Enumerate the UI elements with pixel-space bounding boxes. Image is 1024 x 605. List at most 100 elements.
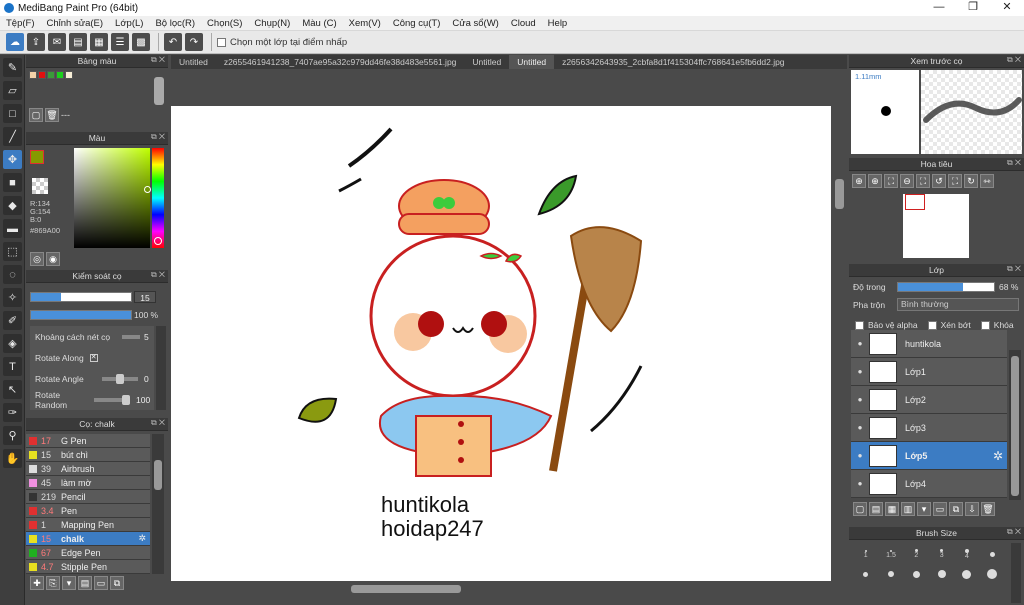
brush-item[interactable]: 15 bút chì [26, 448, 150, 462]
panel-popout-icon[interactable]: ⧉ ✕ [1007, 55, 1021, 65]
canvas-vertical-scrollbar[interactable] [833, 69, 846, 581]
layer-item[interactable]: ● Lớp3 [851, 414, 1007, 442]
rotate-right-icon[interactable]: ↻ [964, 174, 978, 188]
upload-icon[interactable]: ⇪ [27, 33, 45, 51]
layer-visibility-icon[interactable]: ● [851, 479, 869, 488]
panel-popout-icon[interactable]: ⧉ ✕ [151, 418, 165, 428]
eraser-tool-icon[interactable]: ▱ [3, 81, 22, 100]
saturation-picker[interactable] [74, 148, 150, 248]
layer-menu-icon[interactable]: ▾ [917, 502, 931, 516]
panel-popout-icon[interactable]: ⧉ ✕ [1007, 527, 1021, 537]
brush-item[interactable]: 219 Pencil [26, 490, 150, 504]
menu-filter[interactable]: Bộ lọc(R) [149, 18, 201, 29]
close-button[interactable]: ✕ [990, 0, 1024, 14]
palette-swatch[interactable] [47, 71, 55, 79]
zoom-in-icon[interactable]: ⊕ [868, 174, 882, 188]
layer-list-scrollbar[interactable] [1009, 350, 1021, 500]
brush-item[interactable]: 17 G Pen [26, 434, 150, 448]
new-palette-icon[interactable]: ▢ [29, 108, 43, 122]
list-icon[interactable]: ☰ [111, 33, 129, 51]
clip-checkbox[interactable] [927, 320, 937, 330]
text-tool-icon[interactable]: T [3, 357, 22, 376]
brush-size-option[interactable]: 1 [853, 544, 878, 564]
brush-item[interactable]: 4.7 Stipple Pen [26, 560, 150, 574]
brush-size-option[interactable]: 2 [904, 544, 929, 564]
lasso-icon[interactable]: ◌ [3, 265, 22, 284]
brush-size-value[interactable]: 15 [134, 291, 156, 303]
brush-opacity-slider[interactable] [30, 310, 132, 320]
protect-alpha-checkbox[interactable] [855, 320, 864, 330]
layer-item[interactable]: ● Lớp4 [851, 470, 1007, 498]
layer-visibility-icon[interactable]: ● [851, 395, 869, 404]
palette-swatch[interactable] [38, 71, 46, 79]
layer-opacity-slider[interactable] [897, 282, 995, 292]
operation-icon[interactable]: ↖ [3, 380, 22, 399]
message-icon[interactable]: ▤ [69, 33, 87, 51]
menu-tools[interactable]: Công cụ(T) [387, 18, 447, 29]
brush-size-option[interactable] [853, 564, 878, 584]
grid-icon[interactable]: ▩ [132, 33, 150, 51]
palette-icon[interactable]: ◎ [30, 252, 44, 266]
comment-icon[interactable]: ✉ [48, 33, 66, 51]
brush-size-option[interactable]: 4 [954, 544, 979, 564]
gradient-icon[interactable]: ▬ [3, 219, 22, 238]
canvas-area[interactable]: huntikola hoidap247 [171, 69, 831, 581]
checkbox-box[interactable] [217, 37, 226, 47]
merge-layer-icon[interactable]: ⇩ [965, 502, 979, 516]
select-eraser-icon[interactable]: ◈ [3, 334, 22, 353]
brush-settings-gear-icon[interactable]: ✲ [138, 533, 146, 544]
brush-size-option[interactable]: 3 [929, 544, 954, 564]
menu-select[interactable]: Chọn(S) [201, 18, 248, 29]
menu-color[interactable]: Màu (C) [296, 18, 342, 29]
brush-menu-icon[interactable]: ▾ [62, 576, 76, 590]
menu-layer[interactable]: Lớp(L) [109, 18, 149, 29]
brush-item[interactable]: 39 Airbrush [26, 462, 150, 476]
brush-size-option[interactable] [904, 564, 929, 584]
panel-popout-icon[interactable]: ⧉ ✕ [151, 132, 165, 142]
undo-button[interactable]: ↶ [164, 33, 182, 51]
magic-wand-icon[interactable]: ✧ [3, 288, 22, 307]
foreground-color[interactable] [30, 150, 44, 164]
tab-image[interactable]: z2656342643935_2cbfa8d1f415304ffc768641e… [554, 55, 792, 69]
layer-visibility-icon[interactable]: ● [851, 367, 869, 376]
new-halftone-layer-icon[interactable]: ▤ [869, 502, 883, 516]
canvas-horizontal-scrollbar[interactable] [171, 583, 833, 595]
brush-item-active[interactable]: 15 chalk ✲ [26, 532, 150, 546]
transparent-color[interactable] [32, 178, 48, 194]
palette-swatch[interactable] [65, 71, 73, 79]
menu-file[interactable]: Tệp(F) [0, 18, 41, 29]
fill-rect-icon[interactable]: ■ [3, 173, 22, 192]
hue-slider[interactable] [152, 148, 164, 248]
brush-setting-slider[interactable] [122, 334, 140, 339]
delete-palette-icon[interactable]: 🗑 [45, 108, 59, 122]
layer-folder-icon[interactable]: ▭ [933, 502, 947, 516]
hue-cursor[interactable] [154, 237, 162, 245]
menu-view[interactable]: Xem(V) [343, 18, 387, 29]
shape-tool-icon[interactable]: □ [3, 104, 22, 123]
brush-setting-slider[interactable] [94, 394, 130, 405]
dropper-icon[interactable]: ⚲ [3, 426, 22, 445]
menu-edit[interactable]: Chỉnh sửa(E) [41, 18, 110, 29]
flip-icon[interactable]: ⇿ [980, 174, 994, 188]
layer-blend-select[interactable]: Bình thường [897, 298, 1019, 311]
palette-scrollbar[interactable] [154, 77, 164, 105]
navigator-viewport[interactable] [905, 194, 925, 210]
brush-size-scrollbar[interactable] [1011, 543, 1021, 603]
panel-popout-icon[interactable]: ⧉ ✕ [151, 55, 165, 65]
fit-screen-icon[interactable]: ⛶ [948, 174, 962, 188]
duplicate-layer-icon[interactable]: ⧉ [949, 502, 963, 516]
layer-visibility-icon[interactable]: ● [851, 423, 869, 432]
eyedropper-icon[interactable]: ✑ [3, 403, 22, 422]
copy-brush-icon[interactable]: ⎘ [46, 576, 60, 590]
brush-size-slider[interactable] [30, 292, 132, 302]
drawing-canvas[interactable]: huntikola hoidap247 [171, 106, 831, 581]
brush-folder-icon[interactable]: ▭ [94, 576, 108, 590]
brush-item[interactable]: 3.4 Pen [26, 504, 150, 518]
layer-visibility-icon[interactable]: ● [851, 451, 869, 460]
color-mode-icon[interactable]: ◉ [46, 252, 60, 266]
brush-tool-icon[interactable]: ✎ [3, 58, 22, 77]
delete-layer-icon[interactable]: 🗑 [981, 502, 995, 516]
brush-item[interactable]: 45 làm mờ [26, 476, 150, 490]
brush-list-scrollbar[interactable] [152, 434, 164, 574]
select-rect-icon[interactable]: ⬚ [3, 242, 22, 261]
